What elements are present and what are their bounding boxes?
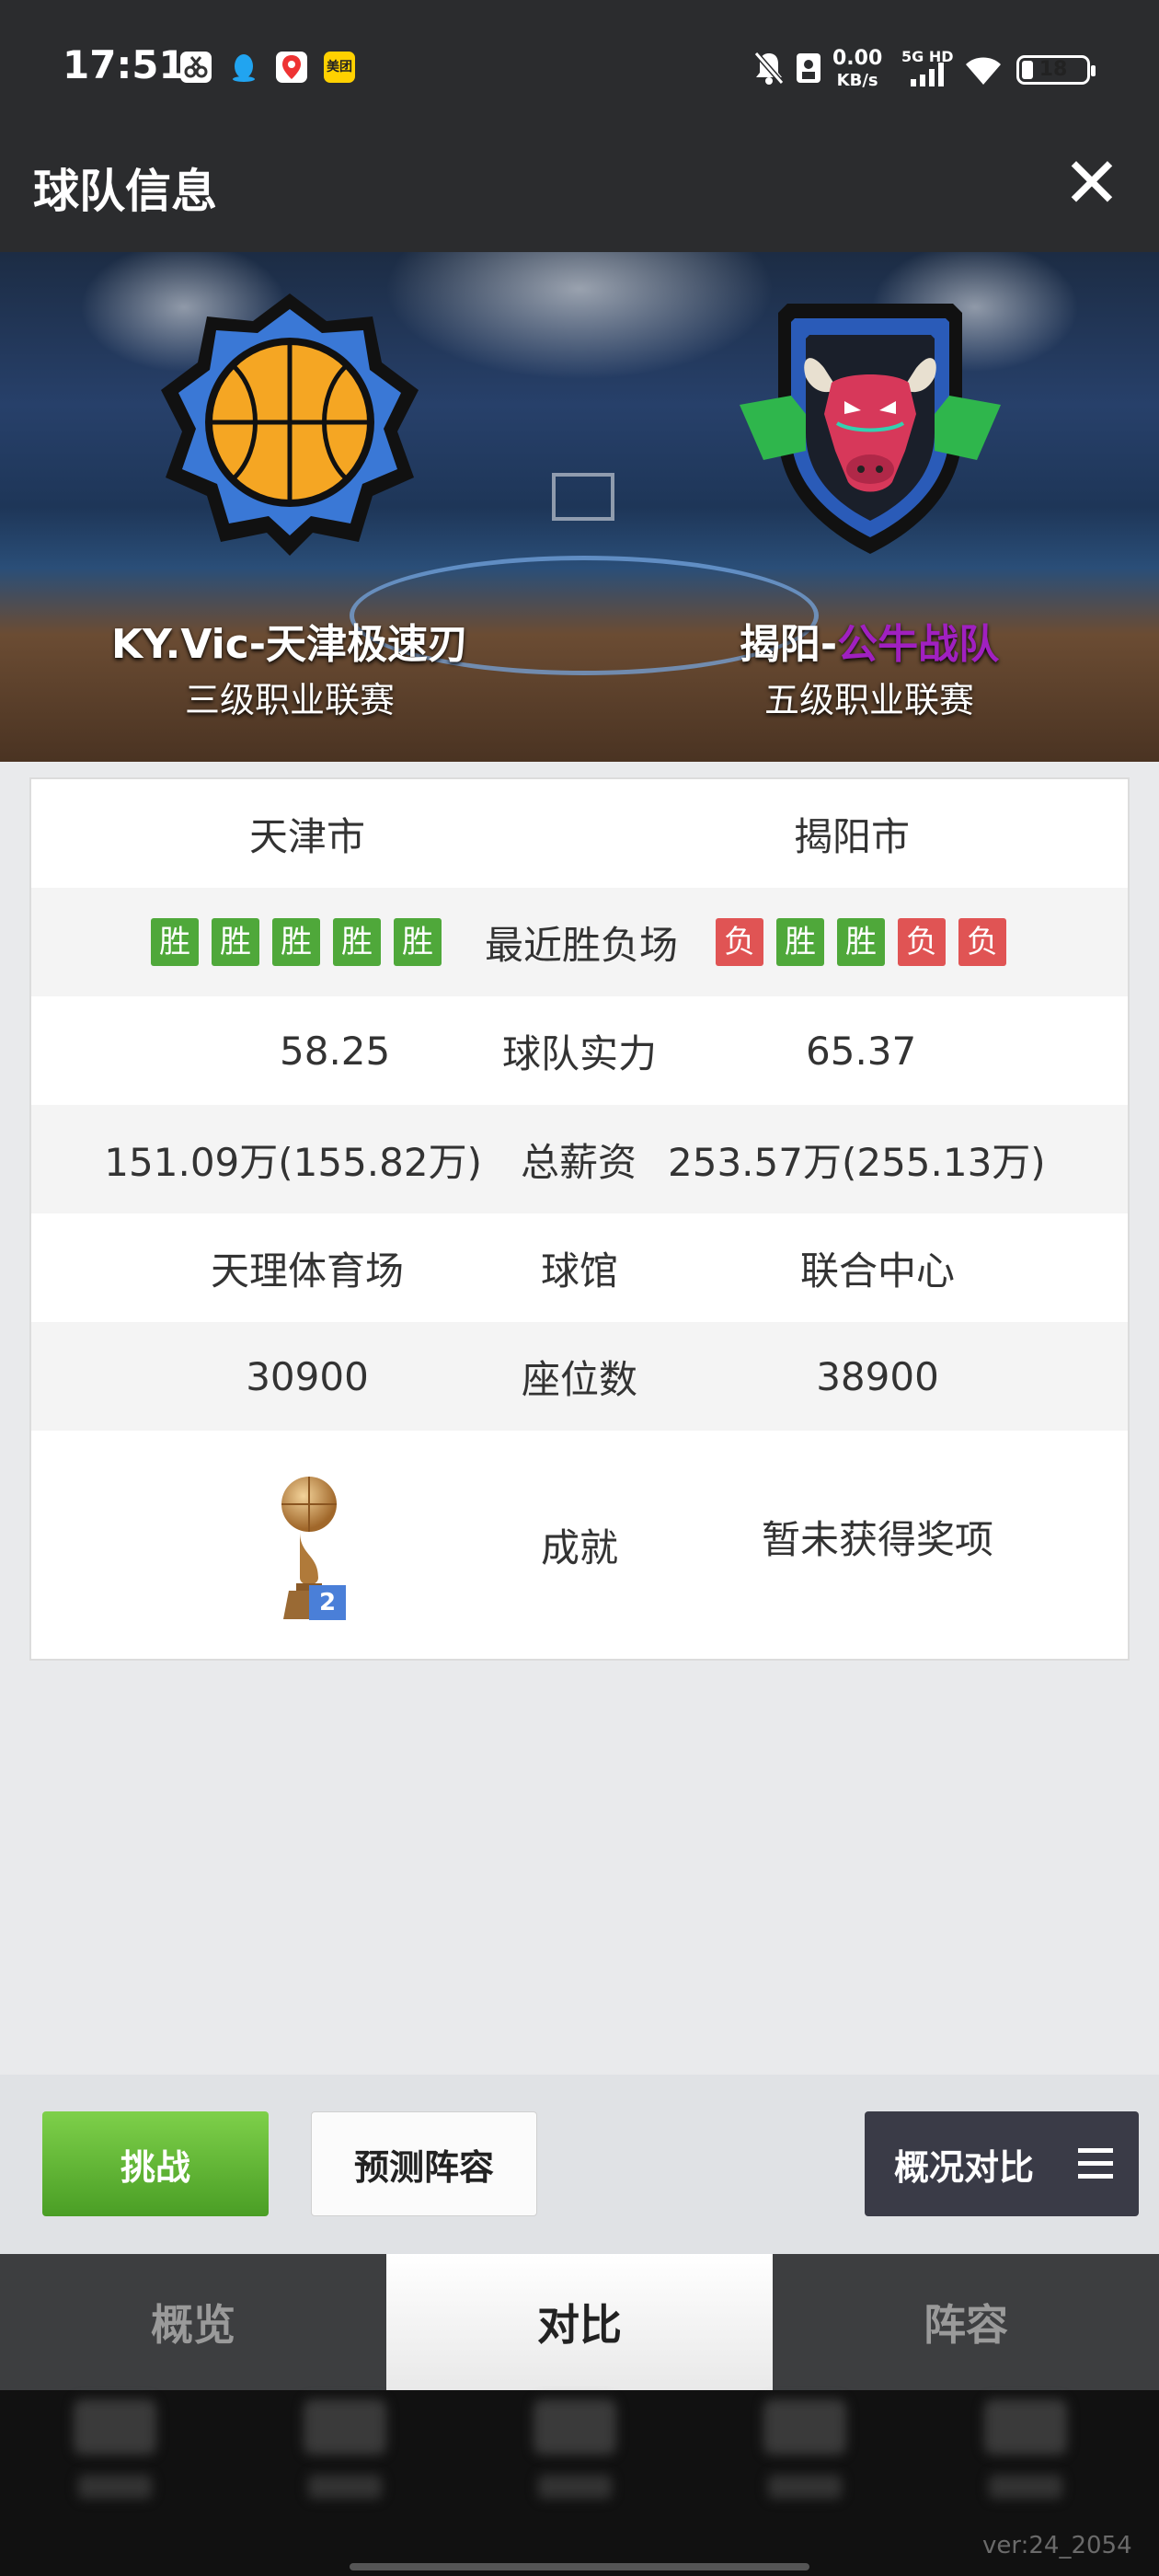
wifi-icon (962, 53, 1004, 90)
blurred-nav-icon (534, 2399, 616, 2455)
away-salary: 253.57万(255.13万) (668, 1139, 1046, 1185)
battery-level: 18 (1039, 58, 1068, 81)
blurred-nav-label (768, 2475, 842, 2499)
meituan-app-icon: 美团 (324, 52, 355, 83)
tab-bar: 概览 对比 阵容 (0, 2254, 1159, 2390)
blurred-nav-icon (763, 2399, 846, 2455)
home-salary: 151.09万(155.82万) (104, 1139, 482, 1185)
away-result-badge-win: 胜 (837, 918, 885, 966)
away-result-badge-loss: 负 (716, 918, 763, 966)
home-result-badge-win: 胜 (394, 918, 442, 966)
dialog-header: 球队信息 ✕ (0, 116, 1159, 252)
qq-app-icon (228, 52, 259, 83)
sim-card-icon (795, 52, 822, 88)
recent-results-row: 胜胜胜胜胜 最近胜负场 负胜胜负负 (31, 888, 1128, 996)
recent-results-label: 最近胜负场 (484, 922, 678, 968)
tab-compare[interactable]: 对比 (386, 2254, 773, 2390)
home-city: 天津市 (248, 813, 365, 859)
dialog-title: 球队信息 (33, 165, 217, 218)
home-team-logo (156, 289, 423, 559)
trophy-count-badge: 2 (309, 1585, 346, 1620)
predict-lineup-button[interactable]: 预测阵容 (311, 2111, 537, 2216)
tab-lineup[interactable]: 阵容 (773, 2254, 1159, 2390)
away-recent-results: 负胜胜负负 (699, 888, 1023, 996)
status-bar: 17:51 美团 0.00 KB/s 5G HD 18 (0, 0, 1159, 116)
action-bar: 挑战 预测阵容 概况对比 (0, 2075, 1159, 2254)
away-seats: 38900 (816, 1353, 939, 1399)
away-team-name: 揭阳-公牛战队 (635, 611, 1104, 670)
home-result-badge-win: 胜 (151, 918, 199, 966)
home-result-badge-win: 胜 (212, 918, 259, 966)
version-label: ver:24_2054 (982, 2532, 1132, 2559)
achievement-row: 2 成就 暂未获得奖项 (31, 1431, 1128, 1659)
net-speed-value: 0.00 (832, 47, 883, 70)
close-icon[interactable]: ✕ (1058, 142, 1126, 224)
salary-row: 151.09万(155.82万) 总薪资 253.57万(255.13万) (31, 1105, 1128, 1213)
overview-compare-label: 概况对比 (894, 2146, 1035, 2188)
away-result-badge-win: 胜 (776, 918, 824, 966)
away-city: 揭阳市 (793, 813, 910, 859)
hoop-decoration (552, 473, 614, 521)
home-team-league: 三级职业联赛 (184, 680, 395, 720)
home-result-badge-win: 胜 (333, 918, 381, 966)
net-speed-unit: KB/s (836, 71, 878, 90)
blurred-nav-icon (74, 2399, 156, 2455)
away-team-league: 五级职业联赛 (763, 680, 974, 720)
away-arena: 联合中心 (799, 1248, 955, 1294)
away-team-logo (736, 294, 1004, 565)
blurred-nav-icon (984, 2399, 1067, 2455)
away-result-badge-loss: 负 (958, 918, 1006, 966)
scissors-app-icon (180, 52, 212, 83)
cellular-signal-icon (911, 63, 949, 86)
away-achievement: 暂未获得奖项 (761, 1516, 993, 1562)
team-banner: KY.Vic-天津极速刃 三级职业联赛 揭阳-公牛战队 五级职业联赛 (0, 252, 1159, 762)
home-recent-results: 胜胜胜胜胜 (134, 888, 458, 996)
blurred-nav-label (308, 2475, 382, 2499)
blurred-nav-label (78, 2475, 152, 2499)
home-indicator[interactable] (350, 2563, 809, 2570)
seats-row: 30900 座位数 38900 (31, 1322, 1128, 1431)
strength-row: 58.25 球队实力 65.37 (31, 996, 1128, 1105)
salary-label: 总薪资 (520, 1139, 637, 1185)
blurred-nav-label (989, 2475, 1062, 2499)
challenge-button[interactable]: 挑战 (42, 2111, 269, 2216)
city-row: 天津市 揭阳市 (31, 779, 1128, 888)
mute-bell-icon (752, 50, 786, 90)
arena-row: 天理体育场 球馆 联合中心 (31, 1213, 1128, 1322)
home-result-badge-win: 胜 (272, 918, 320, 966)
map-pin-app-icon (276, 52, 307, 83)
trophy-icon[interactable]: 2 (272, 1467, 355, 1624)
net-speed: 0.00 KB/s (832, 48, 882, 92)
comparison-table: 天津市 揭阳市 胜胜胜胜胜 最近胜负场 负胜胜负负 58.25 球队实力 65.… (29, 777, 1130, 1661)
menu-icon (1078, 2148, 1113, 2179)
away-strength: 65.37 (806, 1028, 917, 1074)
overview-compare-button[interactable]: 概况对比 (865, 2111, 1139, 2216)
blurred-nav-icon (304, 2399, 386, 2455)
blurred-nav-label (538, 2475, 612, 2499)
clock: 17:51 (63, 42, 186, 87)
away-result-badge-loss: 负 (898, 918, 946, 966)
battery-icon: 18 (1016, 55, 1096, 85)
home-team-name: KY.Vic-天津极速刃 (110, 621, 469, 668)
strength-label: 球队实力 (501, 1030, 657, 1076)
away-team-name-highlight: 公牛战队 (837, 621, 1000, 668)
away-team-name-prefix: 揭阳- (739, 621, 838, 668)
tab-overview[interactable]: 概览 (0, 2254, 386, 2390)
